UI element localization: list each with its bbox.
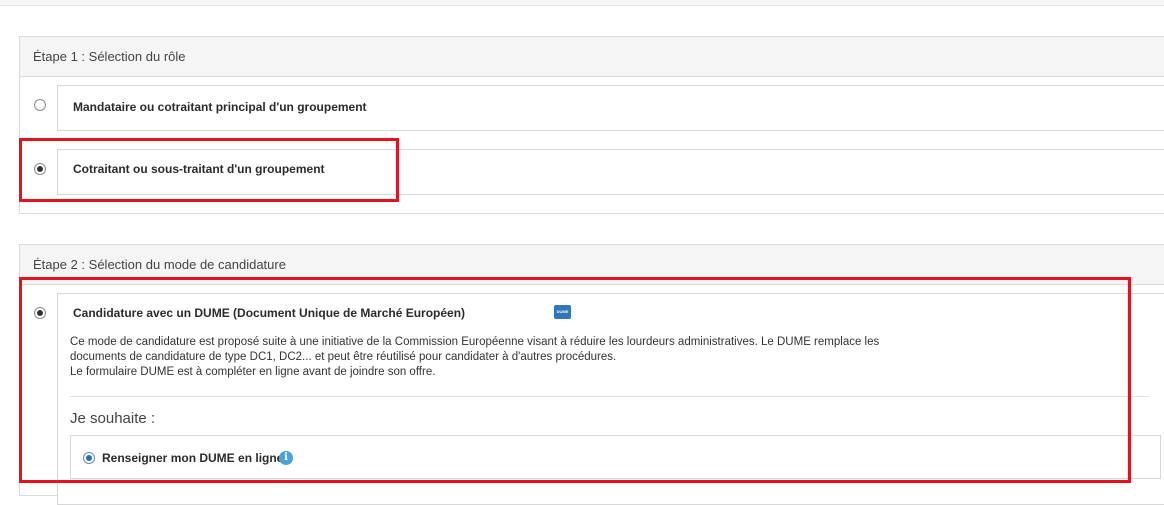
mode-dume-radio[interactable] [34,307,46,319]
role-cotraitant-option[interactable]: Cotraitant ou sous-traitant d'un groupem… [57,149,1164,195]
description-line: Ce mode de candidature est proposé suite… [70,336,880,348]
step1-title: Étape 1 : Sélection du rôle [33,49,186,64]
dume-online-option[interactable]: Renseigner mon DUME en ligne i [70,435,1161,479]
step2-panel: Étape 2 : Sélection du mode de candidatu… [19,244,1164,505]
divider [70,396,1150,397]
role-mandataire-label: Mandataire ou cotraitant principal d'un … [73,100,367,114]
role-mandataire-radio[interactable] [34,99,46,111]
dume-online-radio[interactable] [83,452,95,464]
role-cotraitant-radio[interactable] [34,163,46,175]
role-cotraitant-label: Cotraitant ou sous-traitant d'un groupem… [73,162,325,176]
mode-dume-description: Ce mode de candidature est proposé suite… [70,335,1150,380]
page-content: Étape 1 : Sélection du rôle Mandataire o… [0,6,1164,505]
mode-dume-label: Candidature avec un DUME (Document Uniqu… [73,306,466,320]
step2-title: Étape 2 : Sélection du mode de candidatu… [33,257,286,272]
dume-logo-icon: DUME [554,305,571,319]
step1-panel: Étape 1 : Sélection du rôle Mandataire o… [19,36,1164,214]
info-icon[interactable]: i [279,451,293,465]
step2-header: Étape 2 : Sélection du mode de candidatu… [20,245,1164,285]
role-mandataire-option[interactable]: Mandataire ou cotraitant principal d'un … [57,85,1164,131]
mode-dume-option[interactable]: Candidature avec un DUME (Document Uniqu… [57,293,1164,505]
je-souhaite-label: Je souhaite : [70,410,156,427]
step1-header: Étape 1 : Sélection du rôle [20,37,1164,77]
description-line: Le formulaire DUME est à compléter en li… [70,366,436,378]
dume-online-label: Renseigner mon DUME en ligne [102,451,284,465]
description-line: documents de candidature de type DC1, DC… [70,351,617,363]
